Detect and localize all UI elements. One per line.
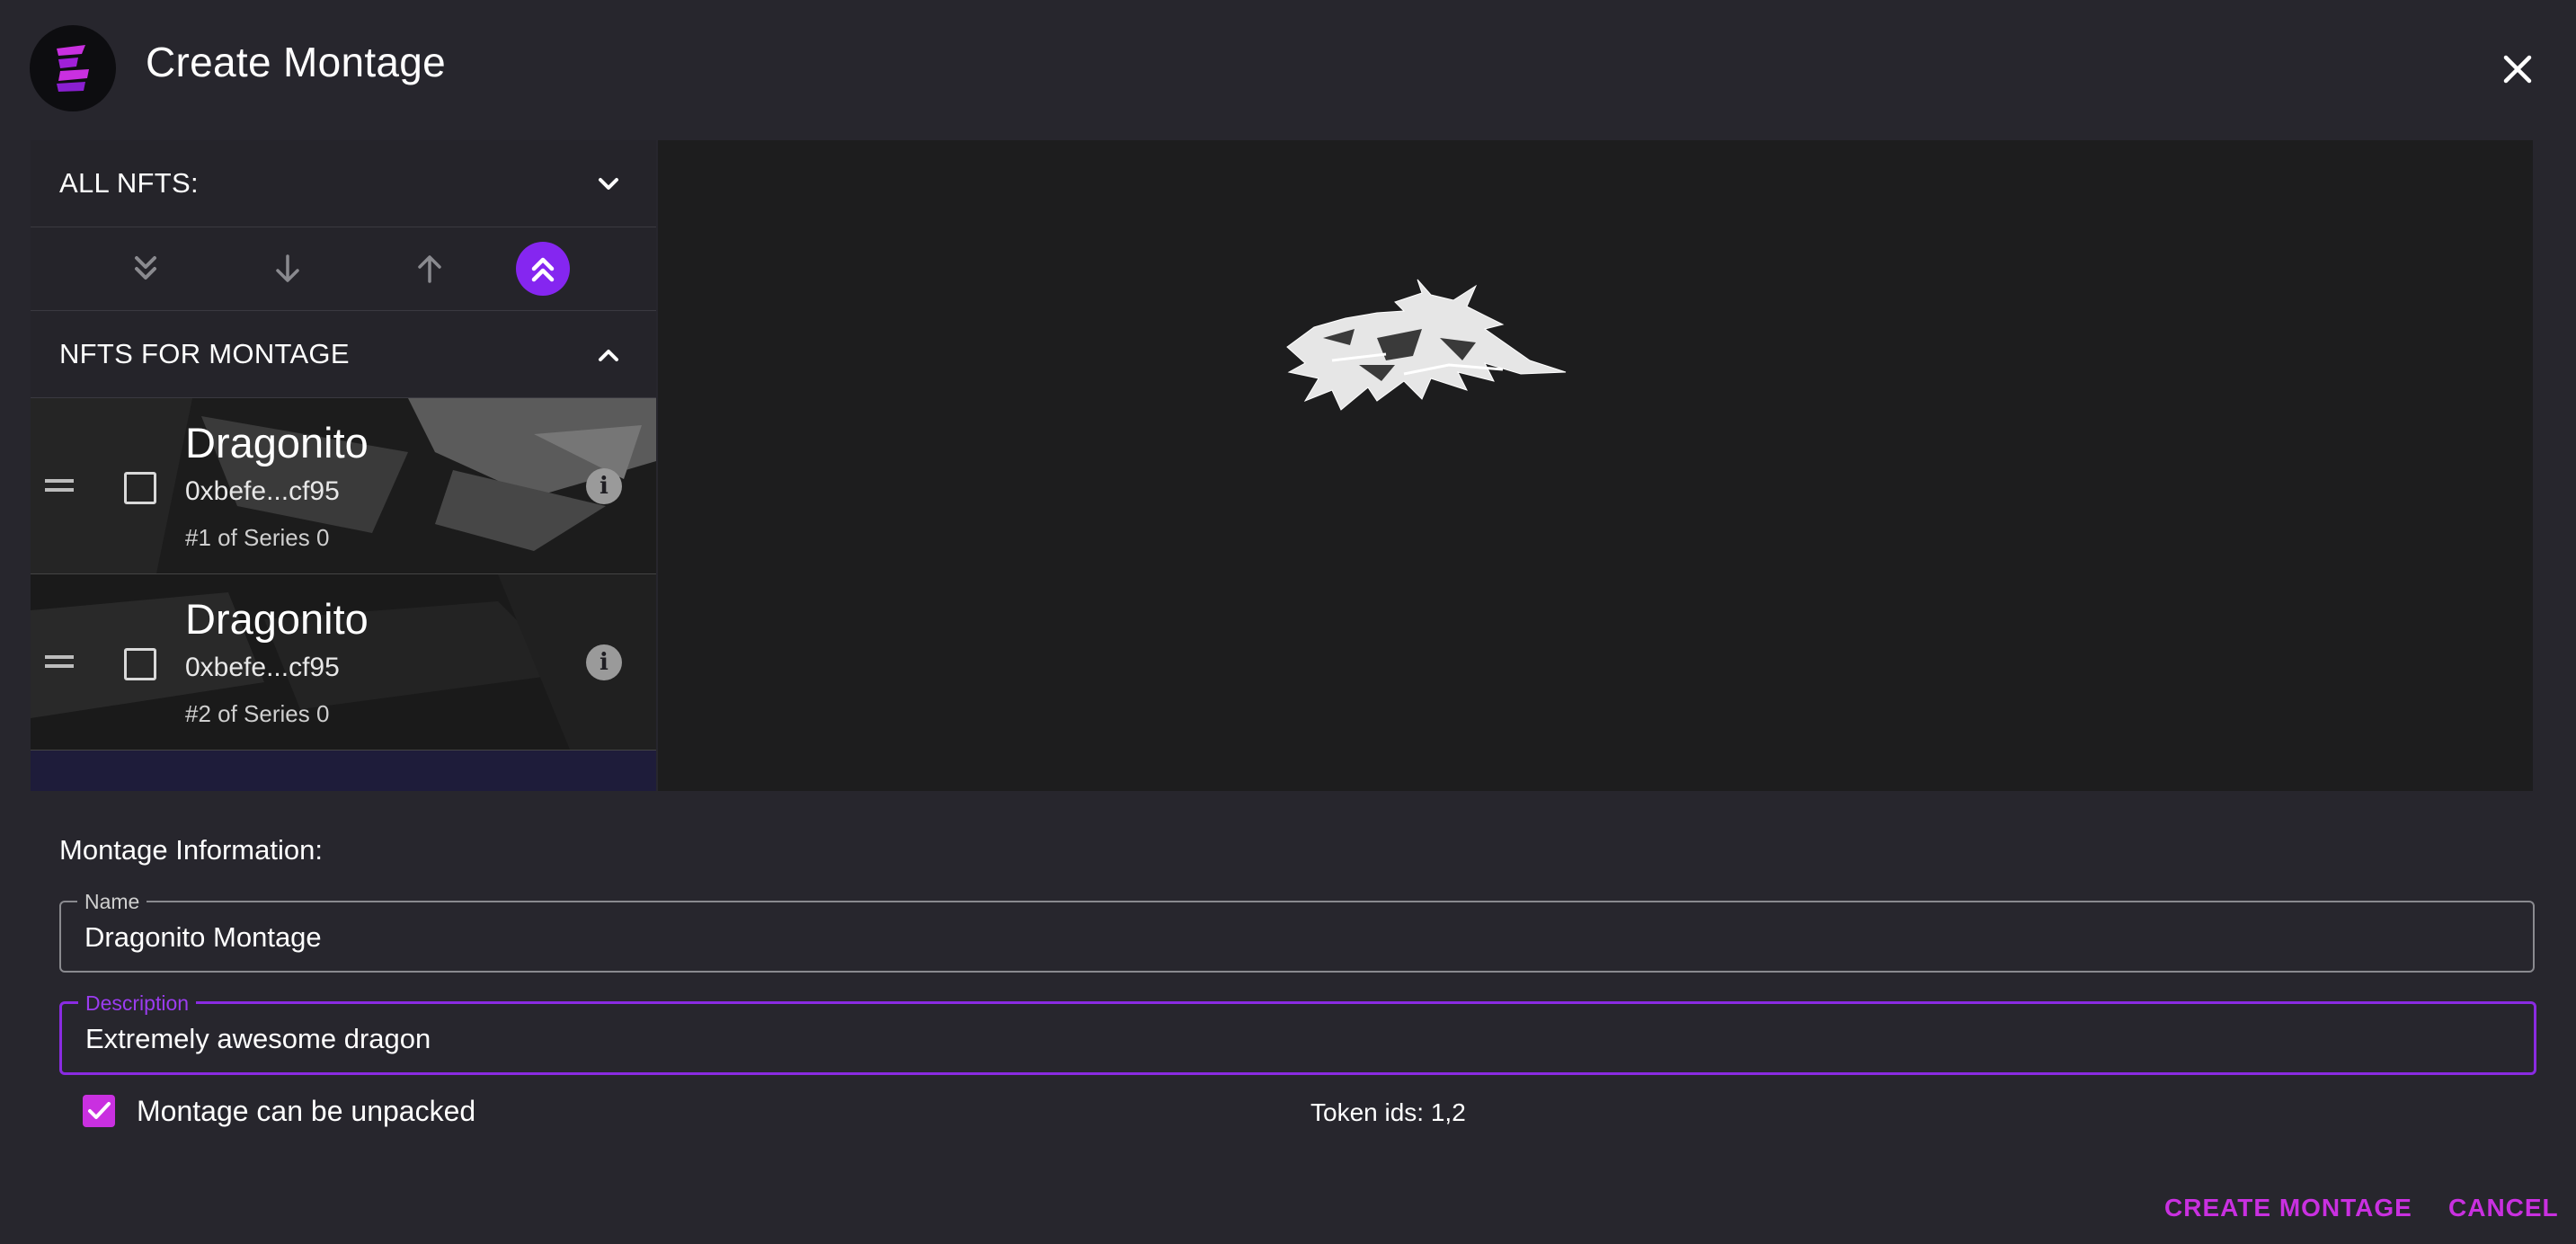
unpack-checkbox[interactable] xyxy=(83,1095,115,1127)
nft-name: Dragonito xyxy=(185,595,369,643)
nft-list-item[interactable] xyxy=(31,751,656,791)
cancel-button[interactable]: CANCEL xyxy=(2448,1194,2559,1222)
description-field-label: Description xyxy=(78,991,197,1016)
nft-selection-panel: ALL NFTS: NFTS FOR MONTAGE Dragonito 0xb… xyxy=(31,140,656,791)
double-chevron-up-icon[interactable] xyxy=(516,242,570,296)
app-logo xyxy=(30,25,116,111)
nft-series: #1 of Series 0 xyxy=(185,524,330,551)
nft-address: 0xbefe...cf95 xyxy=(185,653,340,682)
montage-nfts-label: NFTS FOR MONTAGE xyxy=(59,338,350,369)
description-field[interactable]: Description Extremely awesome dragon xyxy=(59,991,2536,1075)
drag-handle-icon[interactable] xyxy=(43,474,76,497)
create-montage-button[interactable]: CREATE MONTAGE xyxy=(2164,1194,2412,1222)
info-icon[interactable]: i xyxy=(586,644,622,680)
chevron-down-icon xyxy=(599,178,618,190)
montage-logo-icon xyxy=(57,45,89,92)
reorder-toolbar xyxy=(31,227,656,311)
name-field-label: Name xyxy=(77,890,147,914)
montage-preview xyxy=(658,140,2533,791)
nft-name: Dragonito xyxy=(185,419,369,466)
unpack-label: Montage can be unpacked xyxy=(137,1095,476,1127)
dialog-header: Create Montage xyxy=(0,0,2576,137)
name-field-value[interactable]: Dragonito Montage xyxy=(84,921,322,954)
section-title: Montage Information: xyxy=(59,834,323,866)
close-icon[interactable] xyxy=(2493,45,2542,93)
nft-list-item[interactable]: Dragonito 0xbefe...cf95 #1 of Series 0 i xyxy=(31,398,656,574)
montage-nfts-accordion[interactable]: NFTS FOR MONTAGE xyxy=(31,311,656,398)
name-field[interactable]: Name Dragonito Montage xyxy=(59,890,2535,973)
arrow-down-icon[interactable] xyxy=(261,242,315,296)
dragon-preview-image xyxy=(1286,279,1567,411)
token-ids: Token ids: 1,2 xyxy=(1310,1098,1466,1126)
nft-list-item[interactable]: Dragonito 0xbefe...cf95 #2 of Series 0 i xyxy=(31,574,656,751)
nft-select-checkbox[interactable] xyxy=(124,648,156,680)
nft-address: 0xbefe...cf95 xyxy=(185,476,340,506)
info-icon[interactable]: i xyxy=(586,468,622,504)
nft-series: #2 of Series 0 xyxy=(185,700,330,727)
all-nfts-accordion[interactable]: ALL NFTS: xyxy=(31,140,656,227)
nft-select-checkbox[interactable] xyxy=(124,472,156,504)
chevron-up-icon xyxy=(599,350,618,361)
double-chevron-down-icon[interactable] xyxy=(119,242,173,296)
drag-handle-icon[interactable] xyxy=(43,650,76,673)
dialog-title: Create Montage xyxy=(146,39,447,85)
checkmark-icon xyxy=(88,1102,111,1119)
description-field-value[interactable]: Extremely awesome dragon xyxy=(85,1023,431,1055)
arrow-up-icon[interactable] xyxy=(403,242,457,296)
all-nfts-label: ALL NFTS: xyxy=(59,167,199,199)
